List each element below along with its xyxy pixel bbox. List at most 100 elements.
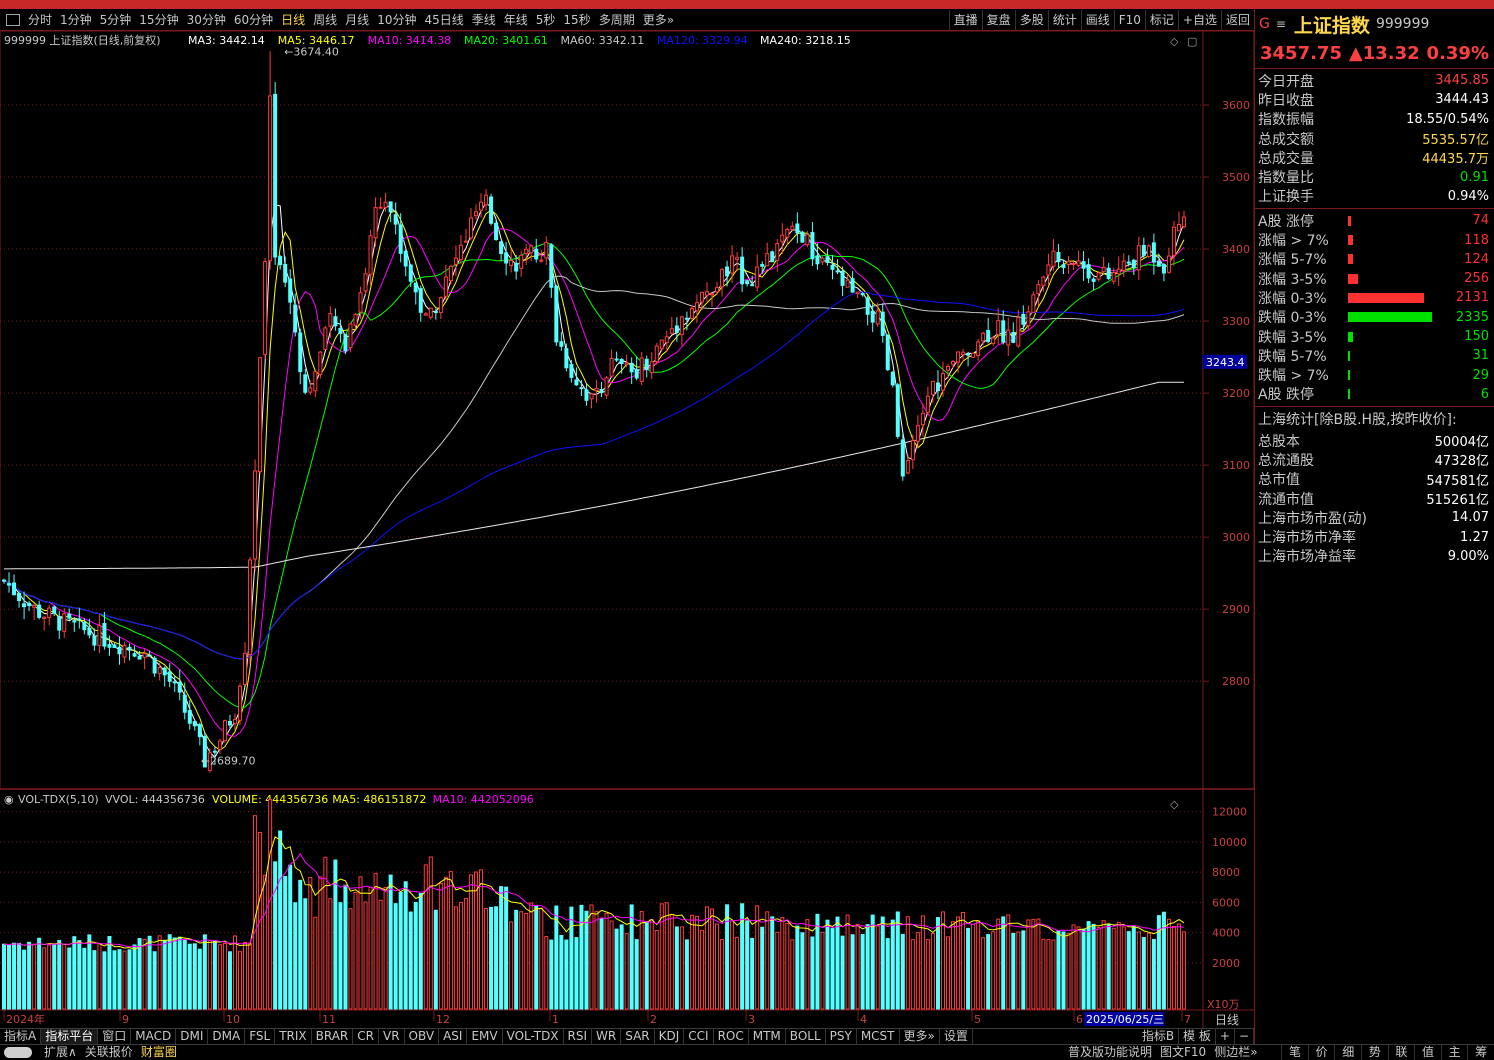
indicator-tab-8[interactable]: BRAR — [312, 1029, 354, 1044]
indicator-right-tab-2[interactable]: + — [1216, 1029, 1235, 1044]
quote-tab-4[interactable]: 联 — [1387, 1045, 1415, 1060]
quote-tab-2[interactable]: 细 — [1334, 1045, 1361, 1060]
g-badge[interactable]: G — [1259, 16, 1270, 32]
indicator-tab-21[interactable]: MTM — [749, 1029, 786, 1044]
candle-body — [654, 345, 659, 363]
toolbar-action-7[interactable]: +自选 — [1177, 10, 1221, 30]
period-tab-10[interactable]: 45日线 — [420, 10, 467, 30]
indicator-tab-22[interactable]: BOLL — [786, 1029, 826, 1044]
period-tab-14[interactable]: 15秒 — [559, 10, 594, 30]
indicator-tab-10[interactable]: VR — [379, 1029, 405, 1044]
indicator-tab-19[interactable]: CCI — [684, 1029, 714, 1044]
period-tab-8[interactable]: 月线 — [341, 10, 373, 30]
toolbar-action-5[interactable]: F10 — [1113, 10, 1145, 30]
candle-body — [684, 317, 689, 320]
indicator-right-tab-1[interactable]: 模 板 — [1179, 1029, 1216, 1044]
quote-tab-3[interactable]: 势 — [1361, 1045, 1388, 1060]
indicator-tab-13[interactable]: EMV — [467, 1029, 503, 1044]
period-toolbar: 分时 1分钟 5分钟 15分钟 30分钟 60分钟 日线 周线 月线 10分钟 45日线 季线 年线 5秒… — [0, 9, 1254, 31]
indicator-tab-24[interactable]: MCST — [857, 1029, 900, 1044]
legend-settings-icon[interactable]: ▢ — [1187, 35, 1197, 48]
volume-bar — [1066, 932, 1071, 1010]
indicator-tab-11[interactable]: OBV — [405, 1029, 440, 1044]
indicator-tab-2[interactable]: 窗口 — [98, 1029, 132, 1044]
period-tab-0[interactable]: 分时 — [24, 10, 56, 30]
vol-collapse-icon[interactable]: ◇ — [1170, 798, 1179, 811]
legend-collapse-icon[interactable]: ◇ — [1170, 35, 1179, 48]
period-tab-9[interactable]: 10分钟 — [373, 10, 420, 30]
quote-tab-5[interactable]: 值 — [1414, 1045, 1441, 1060]
ma-legend-item: MA10: 3414.38 — [368, 34, 452, 47]
toolbar-action-0[interactable]: 直播 — [948, 10, 982, 30]
status-right-tab-0[interactable]: 普及版功能说明 — [1064, 1045, 1156, 1060]
status-tab-1[interactable]: 关联报价 — [81, 1045, 137, 1060]
volume-bar — [1011, 932, 1016, 1010]
period-tab-15[interactable]: 多周期 — [595, 10, 639, 30]
indicator-tab-15[interactable]: RSI — [564, 1029, 593, 1044]
toggle-switch[interactable] — [0, 1047, 40, 1058]
indicator-right-tab-0[interactable]: 指标B — [1138, 1029, 1180, 1044]
period-tab-3[interactable]: 15分钟 — [135, 10, 182, 30]
indicator-tab-3[interactable]: MACD — [131, 1029, 177, 1044]
period-tab-16[interactable]: 更多» — [639, 10, 678, 30]
toolbar-action-2[interactable]: 多股 — [1014, 10, 1048, 30]
date-label: 10 — [226, 1013, 240, 1026]
toolbar-action-4[interactable]: 画线 — [1080, 10, 1114, 30]
quote-tab-1[interactable]: 价 — [1307, 1045, 1335, 1060]
toolbar-action-6[interactable]: 标记 — [1144, 10, 1178, 30]
breadth-value: 2335 — [1455, 309, 1489, 325]
breadth-value: 124 — [1464, 251, 1489, 267]
period-tab-4[interactable]: 30分钟 — [183, 10, 230, 30]
indicator-tab-25[interactable]: 更多» — [900, 1029, 940, 1044]
toolbar-action-1[interactable]: 复盘 — [981, 10, 1015, 30]
indicator-tab-17[interactable]: SAR — [621, 1029, 655, 1044]
candle-body — [634, 368, 639, 379]
period-tab-13[interactable]: 5秒 — [532, 10, 560, 30]
kline-chart-area[interactable]: 3600 3500 3400 3300 3200 3100 3000 2900 2800 1200… — [0, 30, 1255, 1031]
period-tab-5[interactable]: 60分钟 — [230, 10, 277, 30]
indicator-tab-6[interactable]: FSL — [245, 1029, 276, 1044]
axis-period-label[interactable]: 日线 — [1215, 1013, 1239, 1027]
candle-body — [689, 307, 694, 319]
candle-body — [102, 623, 107, 647]
status-right-tab-1[interactable]: 图文F10 — [1156, 1045, 1210, 1060]
toolbar-action-8[interactable]: 返回 — [1220, 10, 1254, 30]
indicator-right-tab-3[interactable]: − — [1235, 1029, 1254, 1044]
volume-bar — [509, 921, 514, 1010]
indicator-tab-1[interactable]: 指标平台 — [41, 1029, 99, 1044]
indicator-tab-20[interactable]: ROC — [714, 1029, 749, 1044]
indicator-tab-7[interactable]: TRIX — [275, 1029, 312, 1044]
quote-tab-6[interactable]: 主 — [1440, 1045, 1468, 1060]
indicator-tab-14[interactable]: VOL-TDX — [503, 1029, 564, 1044]
toolbar-action-3[interactable]: 统计 — [1047, 10, 1081, 30]
indicator-tab-26[interactable]: 设置 — [940, 1029, 973, 1044]
status-tab-2[interactable]: 财富圈 — [137, 1045, 181, 1060]
quote-tab-0[interactable]: 笔 — [1281, 1045, 1308, 1060]
period-tab-1[interactable]: 1分钟 — [56, 10, 96, 30]
indicator-tab-5[interactable]: DMA — [208, 1029, 246, 1044]
price-change: ▲13.32 — [1348, 43, 1420, 64]
period-tab-12[interactable]: 年线 — [500, 10, 532, 30]
menu-icon[interactable]: ≡ — [1276, 17, 1286, 31]
status-right-tab-2[interactable]: 侧边栏» — [1210, 1045, 1261, 1060]
indicator-tab-18[interactable]: KDJ — [655, 1029, 685, 1044]
status-tab-0[interactable]: 扩展∧ — [40, 1045, 81, 1060]
period-tab-11[interactable]: 季线 — [468, 10, 500, 30]
period-tab-6[interactable]: 日线 — [277, 10, 309, 30]
indicator-tab-0[interactable]: 指标A — [0, 1029, 42, 1044]
candle-body — [217, 740, 222, 750]
indicator-tab-23[interactable]: PSY — [826, 1029, 857, 1044]
indicator-tab-12[interactable]: ASI — [439, 1029, 468, 1044]
volume-bar — [629, 904, 634, 1010]
indicator-tab-4[interactable]: DMI — [176, 1029, 209, 1044]
period-tab-7[interactable]: 周线 — [309, 10, 341, 30]
indicator-tab-9[interactable]: CR — [353, 1029, 379, 1044]
period-tab-2[interactable]: 5分钟 — [96, 10, 136, 30]
kline-chart-svg[interactable]: 3600350034003300320031003000290028001200… — [0, 30, 1255, 1031]
indicator-tab-16[interactable]: WR — [592, 1029, 622, 1044]
quote-tab-7[interactable]: 筹 — [1467, 1045, 1494, 1060]
price-tick-label: 3600 — [1222, 99, 1250, 112]
layout-toggle-icon[interactable] — [6, 13, 20, 26]
candle-body — [905, 460, 910, 474]
candle-body — [951, 360, 956, 365]
